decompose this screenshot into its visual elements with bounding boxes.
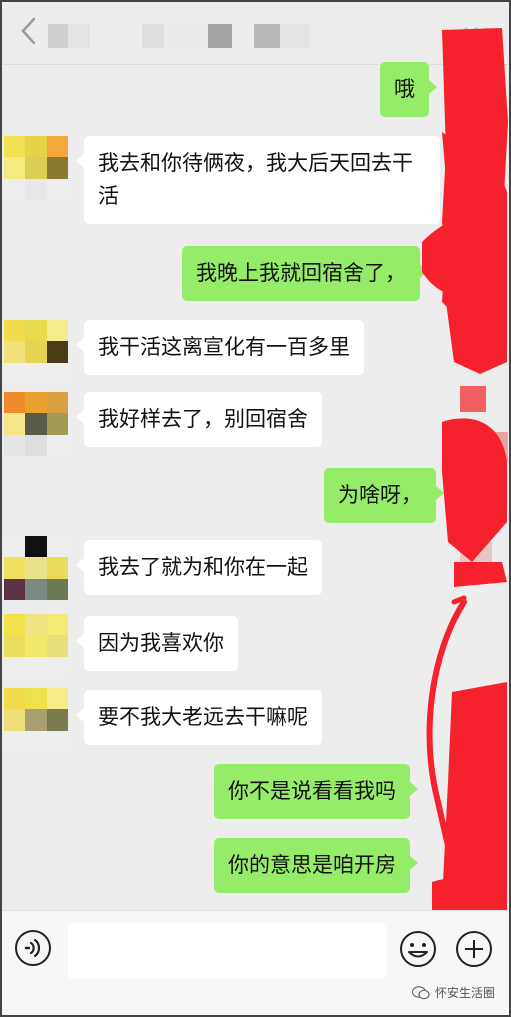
message-outgoing[interactable]: 哦: [380, 62, 437, 117]
avatar[interactable]: [4, 614, 68, 678]
message-incoming[interactable]: 我好样去了，别回宿舍: [76, 392, 322, 447]
message-outgoing[interactable]: 你不是说看看我吗: [214, 764, 418, 819]
mosaic-block: [460, 386, 486, 412]
message-text: 要不我大老远去干嘛呢: [98, 705, 308, 729]
voice-icon[interactable]: [14, 929, 52, 967]
avatar[interactable]: [4, 392, 68, 456]
chat-screen: 哦 我去和你待俩夜，我大后天回去干活 我晚上我就回宿舍了， 我干活这离宣化有一百…: [0, 0, 511, 1017]
message-incoming[interactable]: 因为我喜欢你: [76, 616, 238, 671]
message-text: 哦: [394, 77, 415, 101]
message-text: 我去和你待俩夜，我大后天回去干活: [98, 151, 413, 208]
contact-name-blur: [164, 24, 208, 48]
message-text: 我好样去了，别回宿舍: [98, 407, 308, 431]
chevron-left-icon[interactable]: [18, 16, 40, 46]
avatar[interactable]: [4, 688, 68, 752]
message-text: 为啥呀，: [338, 483, 422, 507]
wechat-icon: [411, 985, 430, 999]
mosaic-block: [468, 432, 508, 462]
mosaic-block: [460, 542, 492, 582]
emoji-icon[interactable]: [398, 929, 438, 969]
message-text: 我晚上我就回宿舍了，: [196, 261, 406, 285]
message-input[interactable]: [68, 923, 386, 979]
message-incoming[interactable]: 我去和你待俩夜，我大后天回去干活: [76, 136, 440, 224]
contact-name-blur: [68, 24, 90, 48]
mosaic-block: [484, 272, 506, 300]
message-incoming[interactable]: 要不我大老远去干嘛呢: [76, 690, 322, 745]
message-outgoing[interactable]: 为啥呀，: [324, 468, 444, 523]
message-text: 我去了就为和你在一起: [98, 555, 308, 579]
avatar[interactable]: [4, 536, 68, 600]
message-text: 你不是说看看我吗: [228, 779, 396, 803]
watermark: 怀安生活圈: [411, 984, 495, 1001]
contact-name-blur: [280, 24, 310, 48]
chat-header: [2, 2, 509, 65]
avatar[interactable]: [4, 320, 68, 384]
message-incoming[interactable]: 我干活这离宣化有一百多里: [76, 320, 364, 375]
message-outgoing[interactable]: 你的意思是咱开房: [214, 838, 418, 893]
contact-name-blur: [254, 24, 280, 48]
contact-name-blur: [142, 24, 164, 48]
input-bar: 怀安生活圈: [2, 910, 509, 1015]
plus-icon[interactable]: [454, 929, 494, 969]
avatar[interactable]: [4, 136, 68, 200]
contact-name-blur: [310, 24, 350, 48]
more-icon[interactable]: [461, 24, 491, 36]
message-text: 我干活这离宣化有一百多里: [98, 335, 350, 359]
message-text: 因为我喜欢你: [98, 631, 224, 655]
contact-name-blur: [208, 24, 232, 48]
message-text: 你的意思是咱开房: [228, 853, 396, 877]
watermark-text: 怀安生活圈: [434, 986, 495, 1000]
message-incoming[interactable]: 我去了就为和你在一起: [76, 540, 322, 595]
mosaic-block: [458, 202, 494, 238]
contact-name-blur: [48, 24, 68, 48]
message-outgoing[interactable]: 我晚上我就回宿舍了，: [182, 246, 428, 301]
